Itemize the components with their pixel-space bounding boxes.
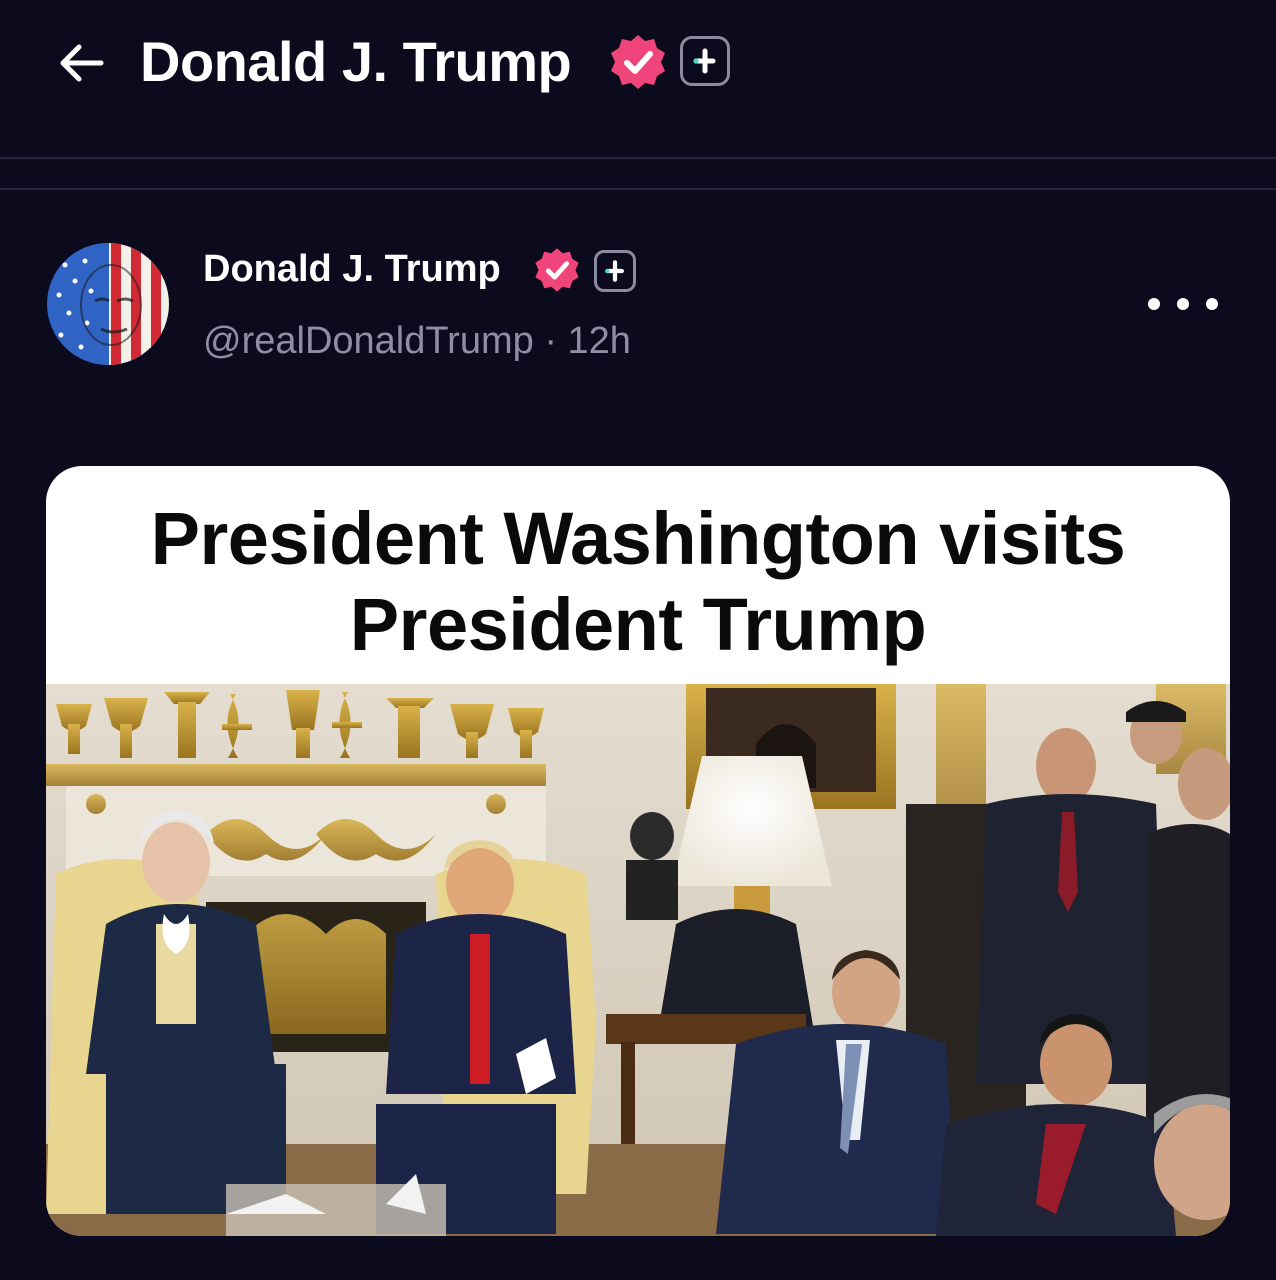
header-title: Donald J. Trump bbox=[140, 30, 572, 93]
section-divider bbox=[0, 188, 1276, 190]
media-caption-line1: President Washington visits bbox=[150, 497, 1126, 580]
plus-icon bbox=[605, 260, 624, 282]
more-horizontal-icon bbox=[1177, 298, 1189, 310]
avatar[interactable] bbox=[47, 243, 169, 365]
plus-icon bbox=[693, 48, 716, 74]
more-horizontal-icon bbox=[1206, 298, 1218, 310]
header-divider bbox=[0, 157, 1276, 159]
author-handle[interactable]: @realDonaldTrump bbox=[203, 320, 534, 362]
plus-badge[interactable] bbox=[594, 250, 636, 292]
more-options-button[interactable] bbox=[1148, 286, 1218, 322]
post-time[interactable]: 12h bbox=[568, 320, 631, 362]
media-caption: President Washington visits President Tr… bbox=[46, 496, 1230, 668]
more-horizontal-icon bbox=[1148, 298, 1160, 310]
avatar-image bbox=[47, 243, 169, 365]
separator: · bbox=[544, 320, 557, 362]
top-header: Donald J. Trump bbox=[0, 0, 1276, 158]
media-caption-line2: President Trump bbox=[349, 583, 927, 666]
post-detail-screen: Donald J. Trump Donald J. Trump @realDon… bbox=[0, 0, 1276, 1280]
author-name[interactable]: Donald J. Trump bbox=[203, 246, 501, 292]
verified-badge-icon bbox=[535, 248, 579, 292]
verified-badge-icon bbox=[611, 35, 665, 89]
post-media[interactable]: President Washington visits President Tr… bbox=[46, 466, 1230, 1236]
oval-office-photo bbox=[46, 684, 1230, 1236]
arrow-left-icon bbox=[60, 44, 104, 82]
author-handle-line: @realDonaldTrump · 12h bbox=[203, 318, 631, 364]
back-button[interactable] bbox=[52, 34, 110, 92]
plus-badge[interactable] bbox=[680, 36, 730, 86]
